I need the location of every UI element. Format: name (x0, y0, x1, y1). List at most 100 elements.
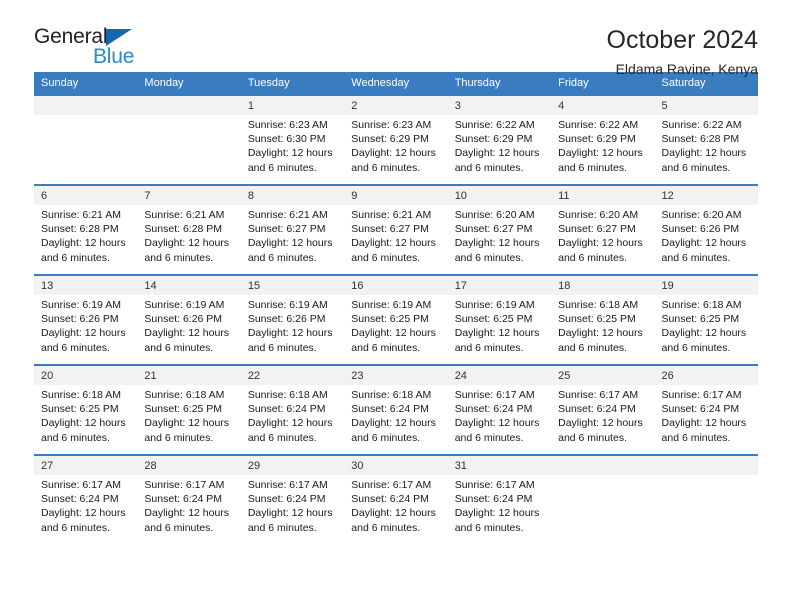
daylight-text-line2: and 6 minutes. (247, 161, 317, 174)
calendar-day-cell[interactable]: 12 Sunrise: 6:20 AM Sunset: 6:26 PM Dayligh… (654, 184, 758, 275)
calendar-day-cell[interactable]: 30 Sunrise: 6:17 AM Sunset: 6:24 PM Dayligh… (344, 454, 448, 545)
calendar-empty-cell (551, 454, 655, 545)
sunrise-text: Sunrise: 6:18 AM (351, 389, 432, 401)
daylight-text-line2: and 6 minutes. (144, 431, 214, 444)
daylight-text-line1: Daylight: 12 hours (247, 327, 333, 340)
day-details: Sunrise: 6:22 AM Sunset: 6:29 PM Daylight:… (448, 115, 551, 175)
calendar-day-cell[interactable]: 18 Sunrise: 6:18 AM Sunset: 6:25 PM Dayligh… (551, 274, 655, 365)
calendar-day-cell[interactable]: 25 Sunrise: 6:17 AM Sunset: 6:24 PM Dayligh… (551, 364, 655, 455)
daylight-text-line1: Daylight: 12 hours (454, 237, 540, 250)
day-number: 19 (654, 276, 758, 295)
sunset-text: Sunset: 6:30 PM (247, 133, 326, 146)
daylight-text-line1: Daylight: 12 hours (351, 237, 436, 250)
day-number: 4 (551, 96, 655, 115)
calendar-week-row: 6 Sunrise: 6:21 AM Sunset: 6:28 PM Daylight… (34, 184, 758, 275)
daylight-text-line2: and 6 minutes. (558, 161, 627, 174)
calendar-day-cell[interactable]: 10 Sunrise: 6:20 AM Sunset: 6:27 PM Dayligh… (447, 184, 552, 275)
daylight-text-line2: and 6 minutes. (351, 521, 421, 534)
daylight-text-line1: Daylight: 12 hours (351, 327, 436, 340)
day-details: Sunrise: 6:23 AM Sunset: 6:30 PM Daylight:… (241, 115, 344, 175)
calendar-day-cell[interactable]: 16 Sunrise: 6:19 AM Sunset: 6:25 PM Dayligh… (344, 274, 448, 365)
calendar-day-cell[interactable]: 3 Sunrise: 6:22 AM Sunset: 6:29 PM Daylight… (447, 94, 552, 185)
calendar-day-cell[interactable]: 21 Sunrise: 6:18 AM Sunset: 6:25 PM Dayligh… (137, 364, 241, 455)
calendar-day-cell[interactable]: 9 Sunrise: 6:21 AM Sunset: 6:27 PM Daylight… (344, 184, 448, 275)
sunrise-text: Sunrise: 6:19 AM (144, 299, 225, 311)
calendar-day-cell[interactable]: 23 Sunrise: 6:18 AM Sunset: 6:24 PM Dayligh… (344, 364, 448, 455)
calendar-day-cell[interactable]: 11 Sunrise: 6:20 AM Sunset: 6:27 PM Dayligh… (551, 184, 655, 275)
daylight-text-line2: and 6 minutes. (41, 251, 110, 264)
daylight-text-line1: Daylight: 12 hours (558, 417, 643, 430)
sunset-text: Sunset: 6:28 PM (144, 223, 223, 236)
daylight-text-line2: and 6 minutes. (351, 431, 421, 444)
brand-logo[interactable]: General Blue (34, 26, 154, 70)
day-details: Sunrise: 6:18 AM Sunset: 6:25 PM Daylight:… (655, 295, 758, 355)
calendar-day-cell[interactable]: 26 Sunrise: 6:17 AM Sunset: 6:24 PM Dayligh… (654, 364, 758, 455)
sunset-text: Sunset: 6:27 PM (558, 223, 636, 236)
day-details: Sunrise: 6:21 AM Sunset: 6:28 PM Daylight:… (137, 205, 240, 265)
day-number: 24 (447, 366, 552, 385)
sunrise-text: Sunrise: 6:18 AM (144, 389, 225, 401)
day-number: 10 (447, 186, 552, 205)
daylight-text-line1: Daylight: 12 hours (247, 237, 333, 250)
calendar-empty-cell (137, 94, 241, 185)
sunrise-text: Sunrise: 6:18 AM (661, 299, 742, 311)
calendar-day-cell[interactable]: 31 Sunrise: 6:17 AM Sunset: 6:24 PM Dayligh… (447, 454, 552, 545)
day-number (137, 96, 241, 115)
calendar-day-cell[interactable]: 7 Sunrise: 6:21 AM Sunset: 6:28 PM Daylight… (137, 184, 241, 275)
calendar-week-row: 13 Sunrise: 6:19 AM Sunset: 6:26 PM Dayligh… (34, 274, 758, 365)
calendar-day-cell[interactable]: 19 Sunrise: 6:18 AM Sunset: 6:25 PM Dayligh… (654, 274, 758, 365)
day-number: 22 (240, 366, 345, 385)
calendar-day-cell[interactable]: 4 Sunrise: 6:22 AM Sunset: 6:29 PM Daylight… (551, 94, 655, 185)
daylight-text-line2: and 6 minutes. (454, 521, 524, 534)
calendar-day-cell[interactable]: 13 Sunrise: 6:19 AM Sunset: 6:26 PM Dayligh… (34, 274, 138, 365)
day-details: Sunrise: 6:18 AM Sunset: 6:25 PM Daylight:… (34, 385, 137, 445)
day-number: 5 (654, 96, 758, 115)
calendar-day-cell[interactable]: 20 Sunrise: 6:18 AM Sunset: 6:25 PM Dayligh… (34, 364, 138, 455)
calendar-day-cell[interactable]: 5 Sunrise: 6:22 AM Sunset: 6:28 PM Daylight… (654, 94, 758, 185)
sunrise-text: Sunrise: 6:22 AM (558, 119, 639, 131)
calendar-day-cell[interactable]: 6 Sunrise: 6:21 AM Sunset: 6:28 PM Daylight… (34, 184, 138, 275)
day-number: 6 (34, 186, 138, 205)
daylight-text-line2: and 6 minutes. (144, 251, 214, 264)
calendar-table: Sunday Monday Tuesday Wednesday Thursday… (34, 72, 758, 545)
calendar-day-cell[interactable]: 8 Sunrise: 6:21 AM Sunset: 6:27 PM Daylight… (240, 184, 345, 275)
sunset-text: Sunset: 6:24 PM (41, 493, 119, 506)
day-number: 12 (654, 186, 758, 205)
day-number: 17 (447, 276, 552, 295)
calendar-empty-cell (654, 454, 758, 545)
day-details: Sunrise: 6:18 AM Sunset: 6:24 PM Daylight:… (241, 385, 344, 445)
sunset-text: Sunset: 6:26 PM (144, 313, 223, 326)
calendar-day-cell[interactable]: 24 Sunrise: 6:17 AM Sunset: 6:24 PM Dayligh… (447, 364, 552, 455)
calendar-day-cell[interactable]: 2 Sunrise: 6:23 AM Sunset: 6:29 PM Daylight… (344, 94, 448, 185)
day-details: Sunrise: 6:17 AM Sunset: 6:24 PM Daylight:… (655, 385, 758, 445)
sunset-text: Sunset: 6:24 PM (351, 403, 429, 416)
daylight-text-line1: Daylight: 12 hours (558, 327, 643, 340)
weekday-header-monday: Monday (137, 72, 241, 95)
sunset-text: Sunset: 6:25 PM (454, 313, 533, 326)
calendar-body: 1 Sunrise: 6:23 AM Sunset: 6:30 PM Daylight… (34, 94, 758, 545)
day-number: 27 (34, 456, 138, 475)
daylight-text-line1: Daylight: 12 hours (558, 147, 643, 160)
daylight-text-line1: Daylight: 12 hours (558, 237, 643, 250)
calendar-day-cell[interactable]: 14 Sunrise: 6:19 AM Sunset: 6:26 PM Dayligh… (137, 274, 241, 365)
page-header: General Blue October 2024 Eldama Ravine,… (34, 0, 758, 77)
daylight-text-line2: and 6 minutes. (661, 431, 731, 444)
daylight-text-line1: Daylight: 12 hours (41, 417, 126, 430)
day-number: 3 (447, 96, 552, 115)
day-number: 16 (344, 276, 448, 295)
sunset-text: Sunset: 6:27 PM (454, 223, 533, 236)
calendar-day-cell[interactable]: 28 Sunrise: 6:17 AM Sunset: 6:24 PM Dayligh… (137, 454, 241, 545)
sunrise-text: Sunrise: 6:18 AM (41, 389, 121, 401)
sunrise-text: Sunrise: 6:17 AM (41, 479, 121, 491)
daylight-text-line2: and 6 minutes. (558, 251, 627, 264)
sunset-text: Sunset: 6:29 PM (351, 133, 429, 146)
day-details: Sunrise: 6:18 AM Sunset: 6:24 PM Daylight:… (344, 385, 447, 445)
calendar-day-cell[interactable]: 22 Sunrise: 6:18 AM Sunset: 6:24 PM Dayligh… (240, 364, 345, 455)
calendar-day-cell[interactable]: 17 Sunrise: 6:19 AM Sunset: 6:25 PM Dayligh… (447, 274, 552, 365)
calendar-day-cell[interactable]: 29 Sunrise: 6:17 AM Sunset: 6:24 PM Dayligh… (240, 454, 345, 545)
calendar-day-cell[interactable]: 27 Sunrise: 6:17 AM Sunset: 6:24 PM Dayligh… (34, 454, 138, 545)
calendar-day-cell[interactable]: 1 Sunrise: 6:23 AM Sunset: 6:30 PM Daylight… (240, 94, 345, 185)
calendar-day-cell[interactable]: 15 Sunrise: 6:19 AM Sunset: 6:26 PM Dayligh… (240, 274, 345, 365)
sunrise-text: Sunrise: 6:21 AM (351, 209, 432, 221)
daylight-text-line1: Daylight: 12 hours (41, 507, 126, 520)
